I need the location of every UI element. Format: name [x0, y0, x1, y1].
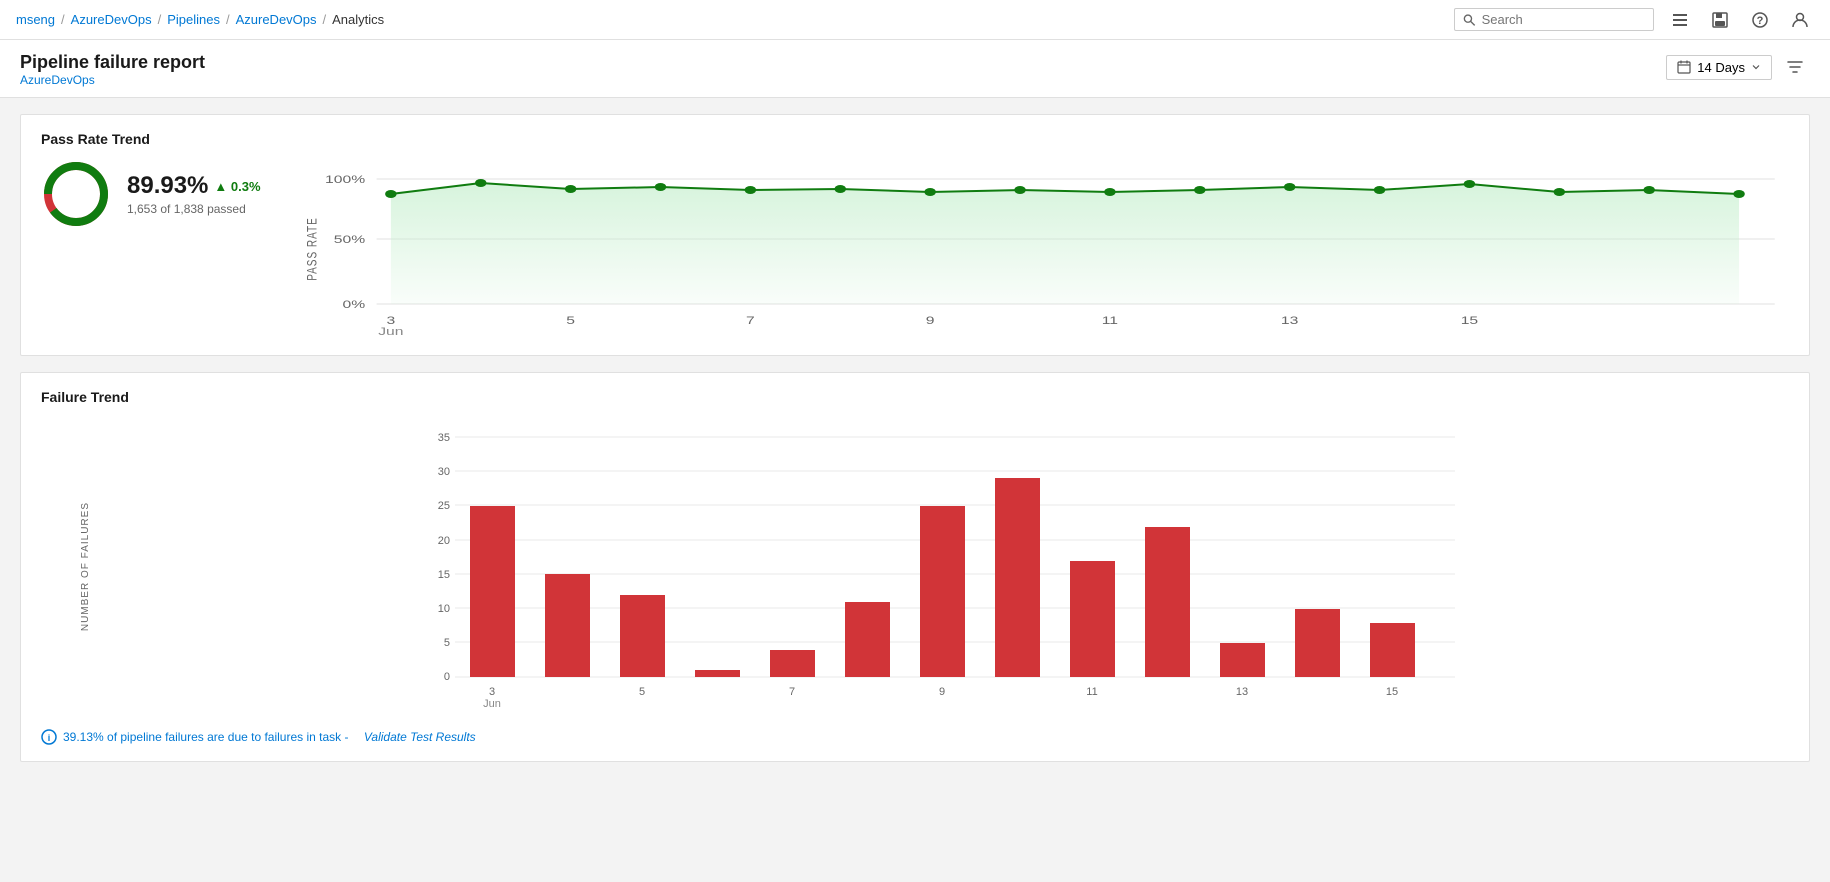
svg-text:10: 10 [438, 603, 450, 615]
svg-text:35: 35 [438, 432, 450, 444]
svg-text:15: 15 [1461, 314, 1478, 326]
svg-text:50%: 50% [334, 233, 365, 245]
nav-actions: ? [1454, 6, 1814, 34]
list-icon[interactable] [1666, 6, 1694, 34]
help-icon[interactable]: ? [1746, 6, 1774, 34]
bar-12 [1295, 609, 1340, 677]
y-axis-col: NUMBER OF FAILURES [41, 417, 91, 717]
svg-text:20: 20 [438, 535, 450, 547]
donut-chart [41, 159, 111, 229]
date-range-label: 14 Days [1697, 60, 1745, 75]
bar-5 [770, 650, 815, 677]
top-navigation: mseng / AzureDevOps / Pipelines / AzureD… [0, 0, 1830, 40]
page-subtitle: AzureDevOps [20, 73, 205, 87]
search-input[interactable] [1482, 12, 1645, 27]
date-range-button[interactable]: 14 Days [1666, 55, 1772, 80]
pass-rate-chart: 100% 50% 0% [291, 159, 1789, 339]
chevron-down-icon [1751, 62, 1761, 72]
pass-rate-subtext: 1,653 of 1,838 passed [127, 202, 261, 216]
svg-text:13: 13 [1281, 314, 1298, 326]
svg-text:30: 30 [438, 466, 450, 478]
bar-2 [545, 574, 590, 677]
svg-text:Jun: Jun [483, 698, 501, 710]
svg-text:13: 13 [1236, 686, 1248, 698]
breadcrumb-analytics: Analytics [332, 12, 384, 27]
page-title: Pipeline failure report [20, 52, 205, 73]
breadcrumb-pipelines[interactable]: Pipelines [167, 12, 220, 27]
save-icon[interactable] [1706, 6, 1734, 34]
svg-text:5: 5 [444, 637, 450, 649]
search-icon [1463, 13, 1476, 27]
pass-rate-card: Pass Rate Trend 89.93% [20, 114, 1810, 356]
bar-chart-area: 35 30 25 20 15 10 5 0 [91, 417, 1789, 717]
svg-text:PASS RATE: PASS RATE [304, 217, 320, 281]
svg-text:5: 5 [566, 314, 575, 326]
svg-text:i: i [48, 733, 51, 743]
bar-7 [920, 506, 965, 677]
breadcrumb: mseng / AzureDevOps / Pipelines / AzureD… [16, 12, 384, 27]
svg-text:Jun: Jun [378, 325, 403, 337]
header-controls: 14 Days [1666, 52, 1810, 82]
page-header: Pipeline failure report AzureDevOps 14 D… [0, 40, 1830, 98]
svg-text:5: 5 [639, 686, 645, 698]
pass-rate-content: 89.93% ▲ 0.3% 1,653 of 1,838 passed 100%… [41, 159, 1789, 339]
bar-3 [620, 595, 665, 677]
svg-text:0%: 0% [342, 298, 365, 310]
svg-text:9: 9 [926, 314, 935, 326]
svg-text:15: 15 [1386, 686, 1398, 698]
failure-note-link[interactable]: Validate Test Results [364, 730, 476, 744]
svg-text:?: ? [1757, 15, 1764, 27]
svg-text:3: 3 [489, 686, 495, 698]
filter-button[interactable] [1780, 52, 1810, 82]
page-title-block: Pipeline failure report AzureDevOps [20, 52, 205, 87]
failure-note: i 39.13% of pipeline failures are due to… [41, 729, 1789, 745]
pass-rate-delta: ▲ 0.3% [214, 179, 260, 194]
svg-text:7: 7 [746, 314, 755, 326]
bar-10 [1145, 527, 1190, 677]
svg-text:11: 11 [1102, 314, 1118, 326]
bar-1 [470, 506, 515, 677]
breadcrumb-azuredevops-2[interactable]: AzureDevOps [236, 12, 317, 27]
bar-13 [1370, 623, 1415, 677]
breadcrumb-azuredevops-1[interactable]: AzureDevOps [71, 12, 152, 27]
pass-rate-percentage: 89.93% ▲ 0.3% [127, 172, 261, 200]
failure-trend-card: Failure Trend NUMBER OF FAILURES [20, 372, 1810, 762]
info-circle-icon: i [41, 729, 57, 745]
svg-text:7: 7 [789, 686, 795, 698]
svg-text:100%: 100% [325, 173, 365, 185]
bar-8 [995, 478, 1040, 677]
failure-note-text: 39.13% of pipeline failures are due to f… [63, 730, 349, 744]
bar-9 [1070, 561, 1115, 677]
y-axis-label: NUMBER OF FAILURES [80, 502, 91, 631]
breadcrumb-mseng[interactable]: mseng [16, 12, 55, 27]
failure-trend-content: NUMBER OF FAILURES [41, 417, 1789, 745]
calendar-icon [1677, 60, 1691, 74]
search-box[interactable] [1454, 8, 1654, 31]
bar-11 [1220, 643, 1265, 677]
svg-text:9: 9 [939, 686, 945, 698]
svg-text:0: 0 [444, 671, 450, 683]
pass-rate-left: 89.93% ▲ 0.3% 1,653 of 1,838 passed [41, 159, 261, 229]
svg-text:25: 25 [438, 500, 450, 512]
main-content: Pass Rate Trend 89.93% [0, 98, 1830, 778]
bar-6 [845, 602, 890, 677]
bar-4 [695, 670, 740, 677]
user-icon[interactable] [1786, 6, 1814, 34]
pass-rate-title: Pass Rate Trend [41, 131, 1789, 147]
bar-chart-row: NUMBER OF FAILURES [41, 417, 1789, 717]
svg-text:15: 15 [438, 569, 450, 581]
pass-rate-info: 89.93% ▲ 0.3% 1,653 of 1,838 passed [127, 172, 261, 216]
svg-text:11: 11 [1086, 686, 1097, 698]
failure-trend-title: Failure Trend [41, 389, 1789, 405]
